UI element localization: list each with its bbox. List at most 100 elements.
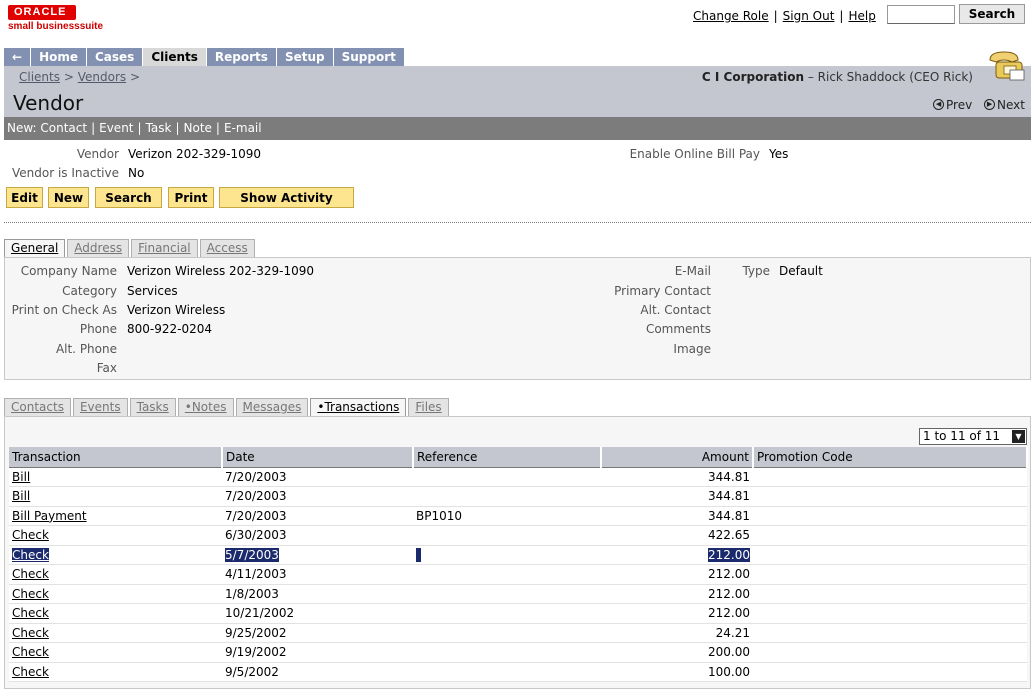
- transaction-link[interactable]: Check: [12, 528, 49, 542]
- pager-select[interactable]: 1 to 11 of 11 ▼: [919, 428, 1027, 445]
- date-cell: 1/8/2003: [222, 584, 413, 604]
- amount-cell: 100.00: [601, 662, 753, 682]
- date-cell: 7/20/2003: [222, 467, 413, 487]
- nav-tab-support[interactable]: Support: [333, 48, 405, 66]
- show-activity-button[interactable]: Show Activity: [219, 187, 354, 208]
- new-task-link[interactable]: Task: [146, 121, 172, 135]
- table-row[interactable]: Check 6/30/2003 422.65: [9, 525, 1027, 546]
- help-link[interactable]: Help: [848, 9, 875, 23]
- comments-label: Comments: [645, 322, 711, 336]
- transaction-link[interactable]: Check: [12, 626, 49, 640]
- vendor-label: Vendor: [76, 147, 119, 161]
- col-promotion-code[interactable]: Promotion Code: [753, 447, 1028, 468]
- breadcrumb: Clients > Vendors >: [19, 70, 141, 84]
- edit-button[interactable]: Edit: [6, 187, 43, 208]
- prev-next: ◀ Prev ▶ Next: [925, 95, 1025, 112]
- col-date[interactable]: Date: [222, 447, 414, 468]
- date-cell: 6/30/2003: [222, 525, 413, 546]
- table-row[interactable]: Bill Payment 7/20/2003 BP1010 344.81: [9, 506, 1027, 526]
- search-input[interactable]: [887, 5, 955, 24]
- table-row[interactable]: Check 9/5/2002 100.00: [9, 662, 1027, 682]
- table-row[interactable]: Check 10/21/2002 212.00: [9, 603, 1027, 624]
- telephone-icon[interactable]: [986, 48, 1026, 84]
- transaction-link[interactable]: Check: [12, 606, 49, 620]
- table-row[interactable]: Check 9/25/2002 24.21: [9, 623, 1027, 643]
- company-name: C I Corporation: [701, 70, 804, 84]
- new-email-link[interactable]: E-mail: [224, 121, 262, 135]
- detail-tabs: General Address Financial Access: [4, 239, 257, 257]
- tab-tasks[interactable]: Tasks: [129, 398, 176, 416]
- breadcrumb-vendors[interactable]: Vendors: [78, 70, 126, 84]
- transaction-link[interactable]: Check: [12, 587, 49, 601]
- new-bar: New: Contact | Event | Task | Note | E-mail: [4, 117, 1031, 140]
- promo-cell: [753, 545, 1027, 565]
- tab-address[interactable]: Address: [67, 239, 130, 257]
- nav-tab-setup[interactable]: Setup: [276, 48, 334, 66]
- tab-notes[interactable]: •Notes: [177, 398, 234, 416]
- prev-icon: ◀: [933, 99, 945, 110]
- alt-phone-label: Alt. Phone: [55, 342, 117, 356]
- new-button[interactable]: New: [48, 187, 89, 208]
- table-row-selected[interactable]: Check 5/7/2003 212.00: [9, 545, 1027, 565]
- sign-out-link[interactable]: Sign Out: [783, 9, 835, 23]
- nav-tab-home[interactable]: Home: [31, 48, 87, 66]
- amount-cell: 212.00: [708, 547, 750, 562]
- vendor-value: Verizon 202-329-1090: [128, 147, 261, 161]
- promo-cell: [753, 623, 1027, 643]
- tab-transactions[interactable]: •Transactions: [310, 398, 407, 416]
- search-vendor-button[interactable]: Search: [95, 187, 162, 208]
- tab-events[interactable]: Events: [72, 398, 128, 416]
- print-button[interactable]: Print: [168, 187, 214, 208]
- top-links: Change Role | Sign Out | Help: [693, 9, 876, 23]
- nav-tab-cases[interactable]: Cases: [87, 48, 144, 66]
- next-button[interactable]: ▶ Next: [984, 98, 1025, 112]
- alt-contact-label: Alt. Contact: [640, 303, 711, 317]
- new-event-link[interactable]: Event: [99, 121, 133, 135]
- tab-access[interactable]: Access: [199, 239, 255, 257]
- new-contact-link[interactable]: Contact: [40, 121, 87, 135]
- phone-value: 800-922-0204: [127, 322, 213, 336]
- change-role-link[interactable]: Change Role: [693, 9, 769, 23]
- promo-cell: [753, 662, 1027, 682]
- reference-cell: [413, 486, 601, 507]
- new-note-link[interactable]: Note: [184, 121, 212, 135]
- search-button[interactable]: Search: [959, 4, 1025, 24]
- nav-tab-reports[interactable]: Reports: [206, 48, 277, 66]
- table-row[interactable]: Check 4/11/2003 212.00: [9, 564, 1027, 585]
- primary-contact-label: Primary Contact: [614, 284, 711, 298]
- tab-messages[interactable]: Messages: [235, 398, 309, 416]
- promo-cell: [753, 642, 1027, 663]
- prev-button[interactable]: ◀ Prev: [933, 98, 972, 112]
- date-cell: 7/20/2003: [222, 486, 413, 507]
- promo-cell: [753, 603, 1027, 624]
- transaction-link[interactable]: Bill: [12, 470, 30, 484]
- reference-cell: [413, 467, 601, 487]
- transaction-link[interactable]: Bill Payment: [12, 509, 87, 523]
- tab-contacts[interactable]: Contacts: [4, 398, 71, 416]
- tab-financial[interactable]: Financial: [131, 239, 198, 257]
- promo-cell: [753, 525, 1027, 546]
- type-label: Type: [742, 264, 770, 278]
- tab-general[interactable]: General: [4, 239, 66, 257]
- back-arrow-icon[interactable]: ←: [4, 48, 32, 66]
- table-row[interactable]: Bill 7/20/2003 344.81: [9, 467, 1027, 487]
- reference-cell: BP1010: [413, 506, 601, 526]
- table-row[interactable]: Check 9/19/2002 200.00: [9, 642, 1027, 663]
- date-cell: 4/11/2003: [222, 564, 413, 585]
- col-reference[interactable]: Reference: [413, 447, 602, 468]
- amount-cell: 212.00: [601, 584, 753, 604]
- transaction-link[interactable]: Check: [12, 665, 49, 679]
- table-row[interactable]: Bill 7/20/2003 344.81: [9, 486, 1027, 507]
- transaction-link[interactable]: Check: [12, 547, 49, 562]
- transaction-link[interactable]: Bill: [12, 489, 30, 503]
- breadcrumb-clients[interactable]: Clients: [19, 70, 60, 84]
- page-title: Vendor: [13, 91, 84, 115]
- transaction-link[interactable]: Check: [12, 567, 49, 581]
- table-row[interactable]: Check 1/8/2003 212.00: [9, 584, 1027, 604]
- col-amount[interactable]: Amount: [601, 447, 754, 468]
- tab-files[interactable]: Files: [408, 398, 449, 416]
- nav-tab-clients[interactable]: Clients: [143, 48, 207, 66]
- transaction-link[interactable]: Check: [12, 645, 49, 659]
- category-label: Category: [62, 284, 117, 298]
- col-transaction[interactable]: Transaction: [9, 447, 223, 468]
